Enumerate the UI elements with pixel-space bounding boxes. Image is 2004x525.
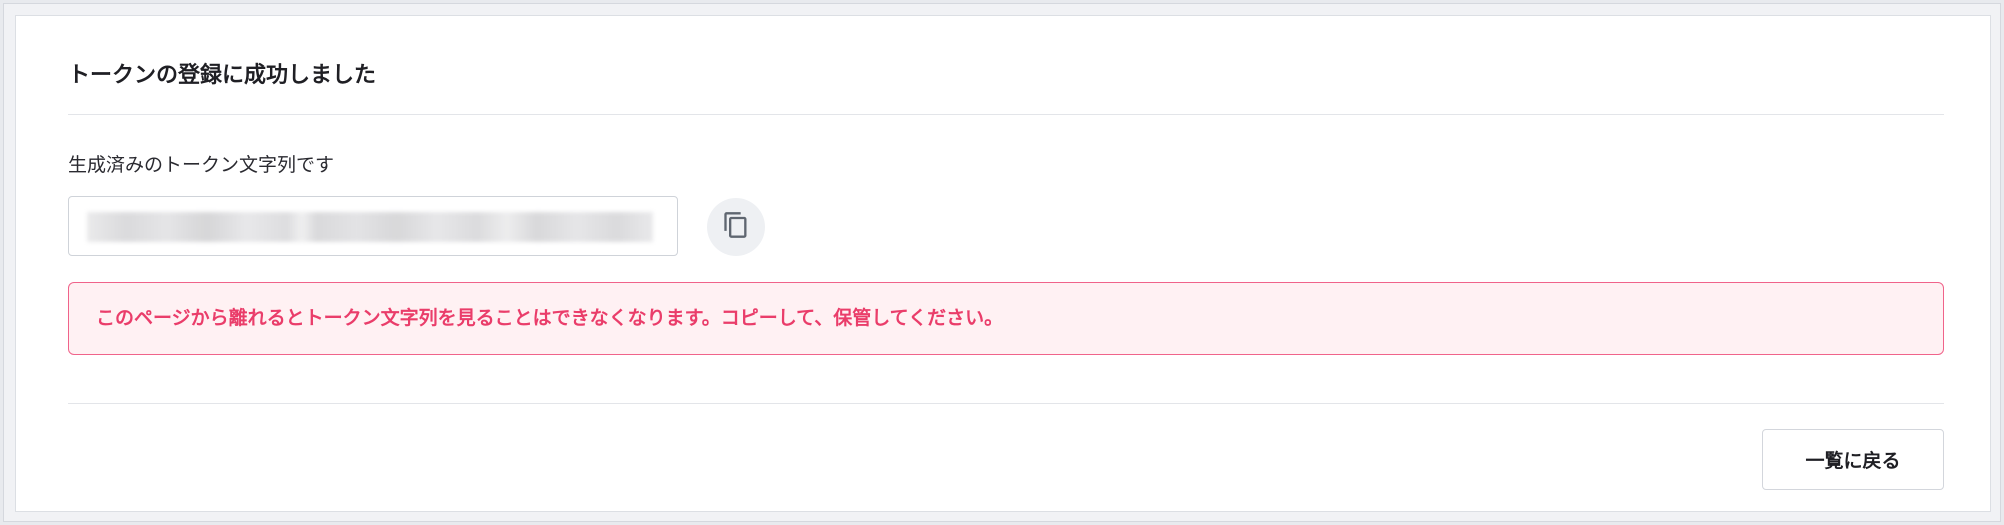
header-divider — [68, 114, 1944, 115]
token-value-redacted — [87, 212, 653, 242]
back-to-list-button[interactable]: 一覧に戻る — [1762, 429, 1944, 490]
footer-divider — [68, 403, 1944, 404]
warning-alert-message: このページから離れるとトークン文字列を見ることはできなくなります。コピーして、保… — [96, 307, 1004, 329]
copy-token-button[interactable] — [707, 198, 765, 256]
copy-icon — [722, 211, 750, 243]
card-title: トークンの登録に成功しました — [68, 63, 377, 88]
token-success-card: トークンの登録に成功しました 生成済みのトークン文字列です このページから離れる… — [15, 15, 1991, 512]
warning-alert: このページから離れるとトークン文字列を見ることはできなくなります。コピーして、保… — [68, 282, 1944, 355]
token-value-field[interactable] — [68, 196, 678, 256]
page-frame: トークンの登録に成功しました 生成済みのトークン文字列です このページから離れる… — [3, 3, 2001, 522]
token-field-label: 生成済みのトークン文字列です — [68, 154, 335, 176]
